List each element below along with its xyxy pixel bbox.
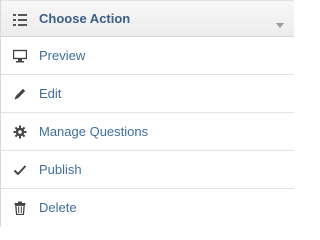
chevron-down-icon[interactable]	[276, 16, 284, 28]
menu-item-label: Delete	[39, 200, 77, 215]
menu-item-label: Manage Questions	[39, 124, 149, 139]
pencil-icon	[13, 87, 27, 101]
menu-item-publish[interactable]: Publish	[1, 151, 294, 189]
menu-item-label: Edit	[39, 86, 62, 101]
menu-item-edit[interactable]: Edit	[1, 75, 294, 113]
menu-item-preview[interactable]: Preview	[1, 37, 294, 75]
action-menu: Choose Action Preview Edit Manage Questi…	[0, 0, 294, 227]
menu-item-manage-questions[interactable]: Manage Questions	[1, 113, 294, 151]
choose-action-header[interactable]: Choose Action	[1, 0, 294, 37]
monitor-icon	[12, 49, 28, 63]
menu-item-label: Preview	[39, 48, 86, 63]
gear-icon	[13, 125, 27, 139]
menu-item-label: Publish	[39, 162, 82, 177]
header-title: Choose Action	[39, 11, 131, 26]
checkmark-icon	[13, 163, 27, 177]
menu-item-delete[interactable]: Delete	[1, 189, 294, 227]
list-icon	[13, 13, 27, 26]
trash-icon	[13, 201, 27, 216]
